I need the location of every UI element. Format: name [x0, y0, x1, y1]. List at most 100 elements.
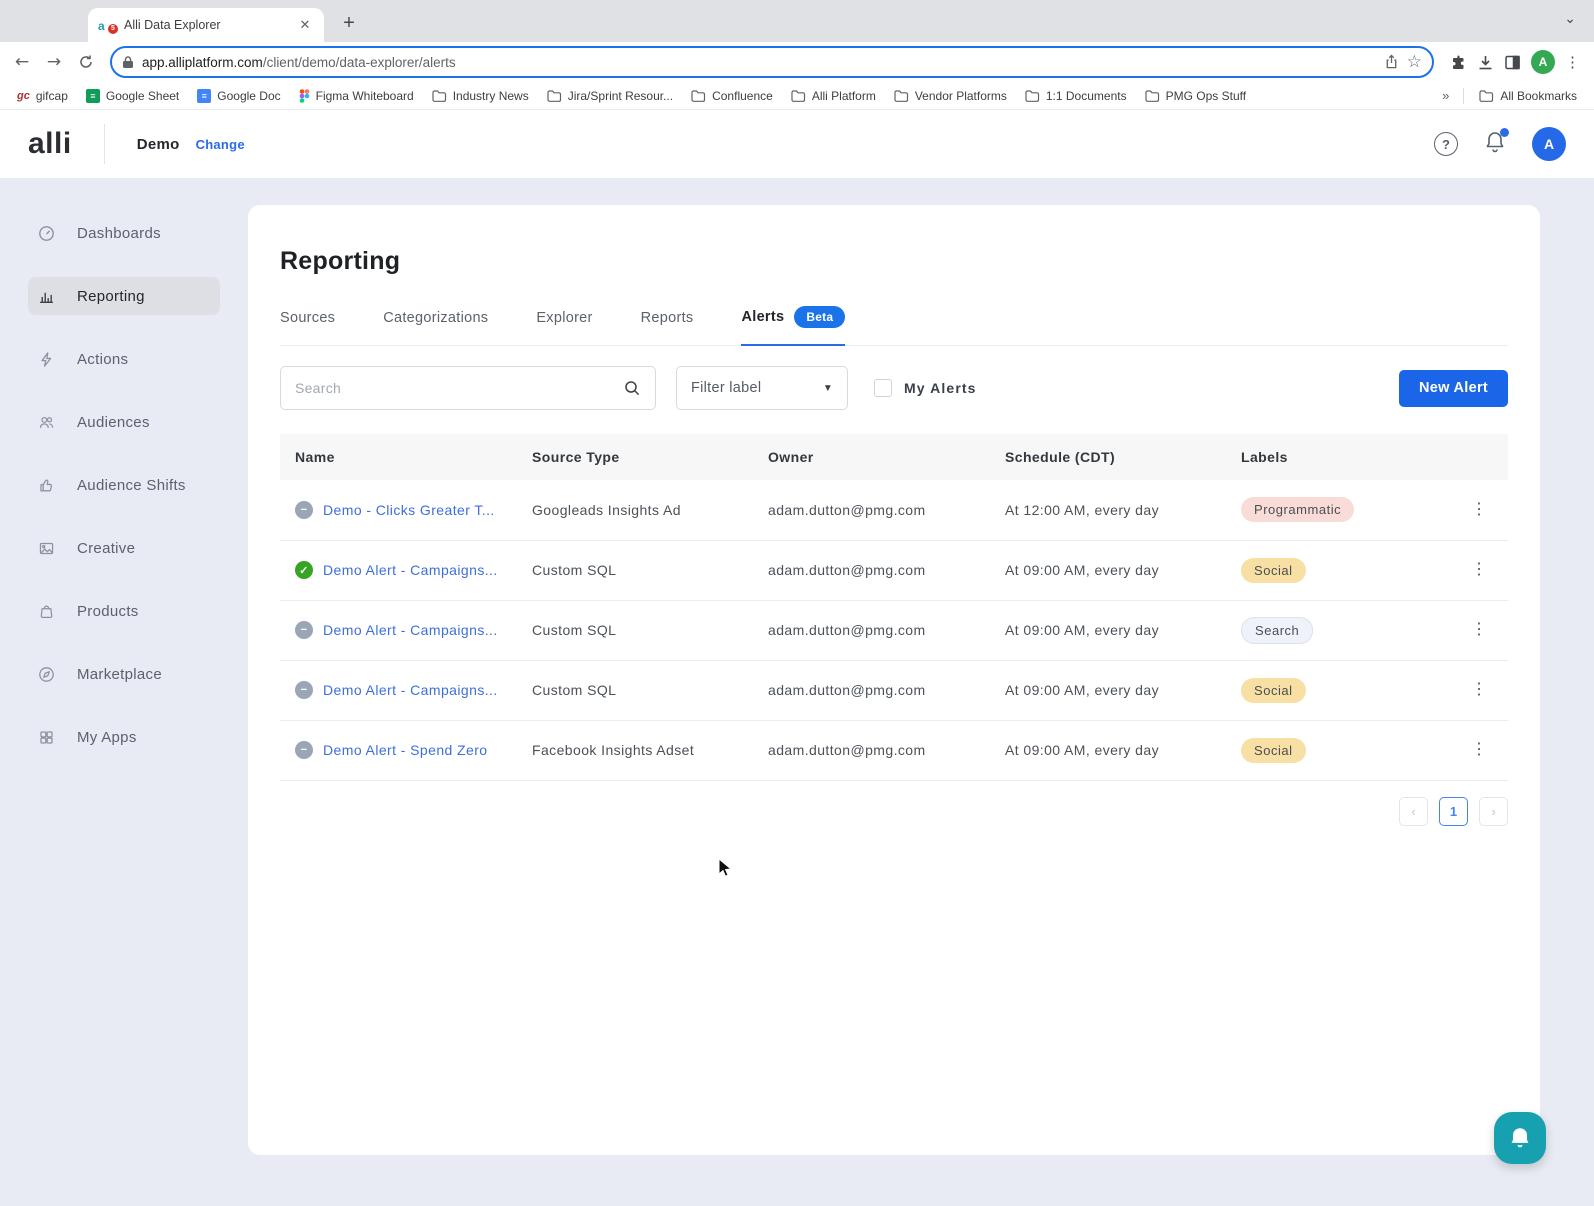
- extensions-icon[interactable]: [1450, 54, 1467, 71]
- notifications-widget-button[interactable]: [1494, 1112, 1546, 1164]
- bookmark-11-documents[interactable]: 1:1 Documents: [1018, 86, 1134, 106]
- label-pill: Social: [1241, 558, 1306, 583]
- row-menu-icon[interactable]: ⋮: [1467, 625, 1491, 635]
- sidebar-item-dashboards[interactable]: Dashboards: [28, 214, 220, 252]
- row-menu-icon[interactable]: ⋮: [1467, 505, 1491, 515]
- row-menu-icon[interactable]: ⋮: [1467, 745, 1491, 755]
- tab-categorizations[interactable]: Categorizations: [383, 306, 488, 345]
- beta-badge: Beta: [794, 306, 845, 328]
- alert-name-link[interactable]: Demo Alert - Campaigns...: [323, 562, 498, 578]
- bookmarks-bar: gcgifcap ≡Google Sheet ≡Google Doc Figma…: [0, 82, 1594, 110]
- next-page-button[interactable]: ›: [1479, 797, 1508, 826]
- bookmark-jira-sprint[interactable]: Jira/Sprint Resour...: [540, 86, 680, 106]
- sidebar-item-creative[interactable]: Creative: [28, 529, 220, 567]
- current-page-button[interactable]: 1: [1439, 797, 1468, 826]
- tab-alerts[interactable]: Alerts Beta: [741, 306, 845, 346]
- table-row: −Demo Alert - Campaigns... Custom SQL ad…: [280, 600, 1508, 660]
- source-type-cell: Custom SQL: [517, 600, 753, 660]
- sidebar-item-marketplace[interactable]: Marketplace: [28, 655, 220, 693]
- sidebar-item-products[interactable]: Products: [28, 592, 220, 630]
- chevron-down-icon: ▼: [823, 383, 833, 394]
- user-avatar[interactable]: A: [1532, 127, 1566, 161]
- sidebar-item-reporting[interactable]: Reporting: [28, 277, 220, 315]
- status-icon: −: [295, 681, 313, 699]
- bookmark-google-sheet[interactable]: ≡Google Sheet: [79, 86, 186, 106]
- doc-icon: ≡: [197, 89, 211, 103]
- owner-cell: adam.dutton@pmg.com: [753, 660, 990, 720]
- alert-name-link[interactable]: Demo - Clicks Greater T...: [323, 502, 495, 518]
- url-bar[interactable]: app.alliplatform.com/client/demo/data-ex…: [110, 46, 1434, 78]
- bookmark-figma[interactable]: Figma Whiteboard: [292, 86, 421, 106]
- col-header-owner[interactable]: Owner: [753, 434, 990, 480]
- browser-toolbar: ← → app.alliplatform.com/client/demo/dat…: [0, 42, 1594, 82]
- owner-cell: adam.dutton@pmg.com: [753, 480, 990, 540]
- prev-page-button[interactable]: ‹: [1399, 797, 1428, 826]
- source-type-cell: Custom SQL: [517, 540, 753, 600]
- bookmark-gifcap[interactable]: gcgifcap: [10, 86, 75, 106]
- browser-menu-icon[interactable]: ⋮: [1565, 53, 1580, 71]
- search-box[interactable]: [280, 366, 656, 410]
- browser-profile-avatar[interactable]: A: [1531, 50, 1555, 74]
- bookmark-star-icon[interactable]: ☆: [1407, 52, 1422, 72]
- col-header-source-type[interactable]: Source Type: [517, 434, 753, 480]
- tab-search-chevron-icon[interactable]: ⌄: [1564, 10, 1576, 27]
- alert-name-link[interactable]: Demo Alert - Spend Zero: [323, 742, 488, 758]
- schedule-cell: At 09:00 AM, every day: [990, 660, 1226, 720]
- label-pill: Programmatic: [1241, 497, 1354, 522]
- download-icon[interactable]: [1477, 54, 1494, 71]
- row-menu-icon[interactable]: ⋮: [1467, 565, 1491, 575]
- browser-tab[interactable]: a5 Alli Data Explorer ✕: [88, 8, 324, 42]
- notifications-button[interactable]: [1484, 130, 1506, 159]
- help-icon[interactable]: ?: [1434, 132, 1458, 156]
- alert-name-link[interactable]: Demo Alert - Campaigns...: [323, 622, 498, 638]
- image-icon: [38, 540, 55, 557]
- col-header-labels[interactable]: Labels: [1226, 434, 1452, 480]
- alli-logo[interactable]: alli: [28, 127, 72, 161]
- alert-name-link[interactable]: Demo Alert - Campaigns...: [323, 682, 498, 698]
- sidebar-item-audience-shifts[interactable]: Audience Shifts: [28, 466, 220, 504]
- label-pill: Social: [1241, 678, 1306, 703]
- tab-reports[interactable]: Reports: [641, 306, 694, 345]
- tab-sources[interactable]: Sources: [280, 306, 335, 345]
- side-panel-icon[interactable]: [1504, 54, 1521, 71]
- forward-button[interactable]: →: [40, 48, 68, 76]
- bookmarks-overflow-chevron[interactable]: »: [1436, 88, 1455, 103]
- sidebar-item-audiences[interactable]: Audiences: [28, 403, 220, 441]
- table-header-row: Name Source Type Owner Schedule (CDT) La…: [280, 434, 1508, 480]
- bookmark-confluence[interactable]: Confluence: [684, 86, 780, 106]
- folder-icon: [691, 90, 706, 102]
- owner-cell: adam.dutton@pmg.com: [753, 720, 990, 780]
- col-header-schedule[interactable]: Schedule (CDT): [990, 434, 1226, 480]
- reload-button[interactable]: [72, 48, 100, 76]
- bookmark-alli-platform[interactable]: Alli Platform: [784, 86, 883, 106]
- new-alert-button[interactable]: New Alert: [1399, 370, 1508, 407]
- share-icon[interactable]: [1384, 54, 1399, 70]
- status-icon: −: [295, 741, 313, 759]
- col-header-name[interactable]: Name: [280, 434, 517, 480]
- new-tab-button[interactable]: +: [336, 11, 362, 37]
- folder-icon: [547, 90, 562, 102]
- my-alerts-label: My Alerts: [904, 380, 977, 396]
- change-client-link[interactable]: Change: [196, 137, 245, 152]
- row-menu-icon[interactable]: ⋮: [1467, 685, 1491, 695]
- mouse-cursor: [718, 858, 734, 880]
- sidebar-item-actions[interactable]: Actions: [28, 340, 220, 378]
- bookmark-google-doc[interactable]: ≡Google Doc: [190, 86, 287, 106]
- browser-tab-strip: a5 Alli Data Explorer ✕ + ⌄: [0, 0, 1594, 42]
- tab-explorer[interactable]: Explorer: [536, 306, 592, 345]
- sidebar-item-my-apps[interactable]: My Apps: [28, 718, 220, 756]
- bookmark-industry-news[interactable]: Industry News: [425, 86, 536, 106]
- owner-cell: adam.dutton@pmg.com: [753, 540, 990, 600]
- all-bookmarks[interactable]: All Bookmarks: [1472, 86, 1584, 106]
- alerts-table: Name Source Type Owner Schedule (CDT) La…: [280, 434, 1508, 781]
- bookmark-vendor-platforms[interactable]: Vendor Platforms: [887, 86, 1014, 106]
- bell-filled-icon: [1507, 1125, 1533, 1151]
- my-alerts-checkbox[interactable]: [874, 379, 892, 397]
- search-input[interactable]: [295, 380, 624, 396]
- bookmark-pmg-ops[interactable]: PMG Ops Stuff: [1138, 86, 1253, 106]
- folder-icon: [894, 90, 909, 102]
- filter-label-select[interactable]: Filter label ▼: [676, 366, 848, 410]
- table-row: ✓Demo Alert - Campaigns... Custom SQL ad…: [280, 540, 1508, 600]
- tab-close-icon[interactable]: ✕: [296, 16, 314, 34]
- back-button[interactable]: ←: [8, 48, 36, 76]
